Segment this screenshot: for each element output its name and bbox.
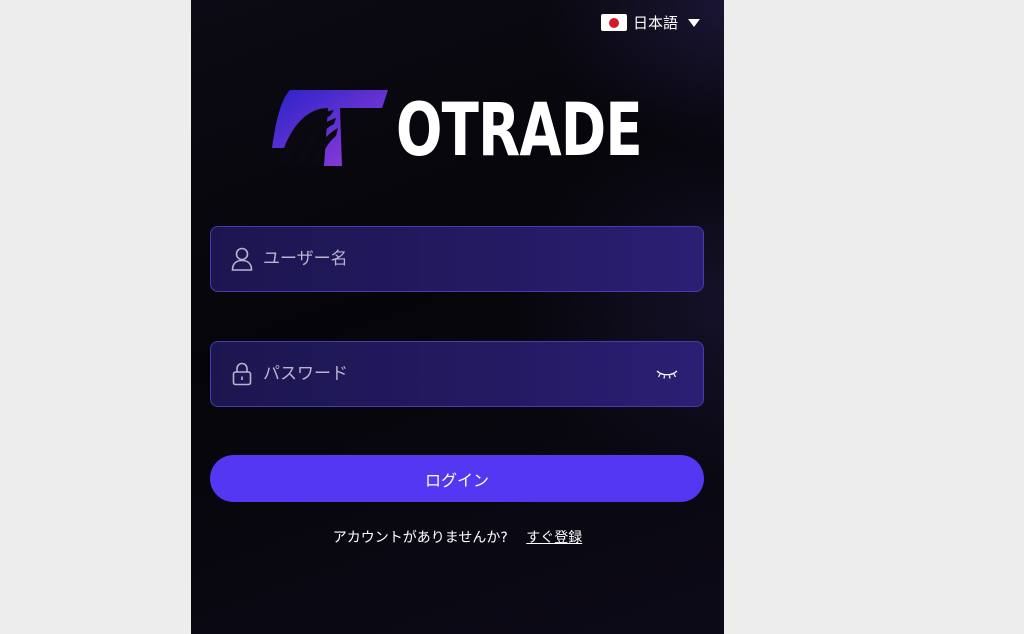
logo-text: OTRADE xyxy=(396,86,643,174)
username-field[interactable] xyxy=(210,226,704,292)
chevron-down-icon xyxy=(688,18,700,27)
login-screen: 日本語 OTRADE ユーザー名 ログイン アカウントがありませんか? すぐ登録 xyxy=(191,0,724,634)
password-input[interactable] xyxy=(263,354,655,394)
language-label: 日本語 xyxy=(632,14,678,32)
eye-closed-icon[interactable] xyxy=(655,366,679,382)
flag-circle xyxy=(608,17,619,28)
brand-logo: OTRADE xyxy=(270,88,711,168)
signup-link[interactable]: すぐ登録 xyxy=(526,530,582,546)
signup-row: アカウントがありませんか? すぐ登録 xyxy=(191,527,724,547)
otrade-logo-mark xyxy=(272,90,388,166)
language-selector[interactable]: 日本語 xyxy=(600,12,700,33)
login-button[interactable]: ログイン xyxy=(210,455,704,502)
japan-flag-icon xyxy=(600,14,627,31)
password-field[interactable] xyxy=(210,341,704,407)
username-input[interactable] xyxy=(263,239,703,279)
user-icon xyxy=(231,247,253,271)
signup-prompt: アカウントがありませんか? xyxy=(332,530,508,546)
lock-icon xyxy=(231,362,253,386)
